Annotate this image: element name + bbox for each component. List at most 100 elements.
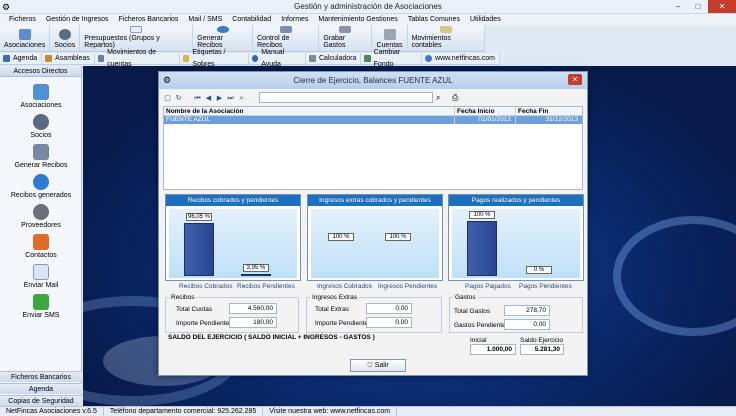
globe-icon (425, 55, 433, 62)
menu-contabilidad[interactable]: Contabilidad (227, 14, 276, 25)
contacts-icon (33, 234, 49, 250)
status-phone: Teléfono departamento comercial: 925.262… (104, 407, 264, 416)
folder-icon (18, 29, 31, 40)
first-record-icon[interactable]: ⏮ (193, 94, 202, 103)
tb2-etiquetas-button[interactable]: Etiquetas / Sobres (180, 49, 249, 68)
accounts-icon (383, 29, 396, 40)
sidebar-footer-agenda[interactable]: Agenda (0, 383, 82, 394)
column-header[interactable]: Nombre de la Asociación (164, 107, 455, 115)
status-version: NetFincas Asociaciones v.6.5 (0, 407, 104, 416)
data-label: 96,05 % (186, 213, 212, 222)
menu-ficheros[interactable]: Ficheros (4, 14, 41, 25)
importe-pendiente-field[interactable]: 0,00 (366, 317, 412, 328)
total-gastos-field[interactable]: 278,70 (504, 305, 550, 316)
sidebar-item-contactos[interactable]: Contactos (0, 234, 82, 259)
importe-pendiente-field[interactable]: 180,00 (229, 317, 277, 328)
refresh-icon[interactable]: ↻ (174, 94, 183, 103)
pagos-chart-panel: Pagos realizados y pendientes 100 % 0 % (448, 194, 584, 281)
recibos-chart-panel: Recibos cobrados y pendientes 96,05 % 3,… (165, 194, 301, 281)
menu-informes[interactable]: Informes (276, 14, 313, 25)
picture-icon (364, 55, 371, 62)
sidebar-item-proveedores[interactable]: Proveedores (0, 204, 82, 229)
find-icon[interactable]: ⌕ (237, 94, 246, 103)
menu-bar: Ficheros Gestión de Ingresos Ficheros Ba… (0, 14, 736, 25)
dialog-close-icon[interactable]: ✕ (568, 74, 582, 85)
toolbar-asociaciones-button[interactable]: Asociaciones (0, 25, 51, 51)
mail-icon (33, 264, 49, 280)
saldo-inicial-field[interactable]: 1.000,00 (470, 344, 516, 355)
total-cuotas-field[interactable]: 4.560,00 (229, 303, 277, 314)
dialog-title: Cierre de Ejercicio, Balances FUENTE AZU… (293, 76, 453, 85)
ingresos-extras-group: Ingresos Extras Total Extras 0,00 Import… (306, 294, 442, 333)
group-title: Gastos (453, 294, 478, 301)
bar-pagos-pagados (467, 221, 497, 276)
sidebar-item-enviar-sms[interactable]: Enviar SMS (0, 294, 82, 319)
labels-icon (183, 55, 190, 62)
associations-table: Nombre de la Asociación Fecha Inicio Fec… (163, 106, 583, 190)
table-cell: FUENTE AZUL (164, 116, 455, 124)
menu-gestion-ingresos[interactable]: Gestión de Ingresos (41, 14, 114, 25)
sidebar-item-generar-recibos[interactable]: Generar Recibos (0, 144, 82, 169)
category-label: Pagos Pagados (465, 283, 511, 290)
menu-mantenimiento[interactable]: Mantenimiento Gestiones (313, 14, 402, 25)
total-extras-field[interactable]: 0,00 (366, 303, 412, 314)
last-record-icon[interactable]: ⏭ (226, 94, 235, 103)
exit-icon: ⎋ (367, 362, 375, 369)
saldo-ejercicio-field[interactable]: 5.281,30 (520, 344, 564, 355)
importe-pendiente-label: Importe Pendiente (176, 320, 230, 327)
tb2-asambleas-button[interactable]: Asambleas (42, 53, 95, 64)
close-icon[interactable]: ✕ (708, 0, 736, 13)
folder-add-icon (33, 84, 49, 100)
receipts-icon (33, 144, 49, 160)
column-header[interactable]: Fecha Fin (516, 107, 582, 115)
tb2-calculadora-button[interactable]: Calculadora (306, 53, 362, 64)
gastos-pendientes-field[interactable]: 0,00 (504, 319, 550, 330)
sidebar-header: Accesos Directos (0, 66, 81, 77)
chart-area: 96,05 % 3,95 % (169, 209, 297, 278)
menu-ficheros-bancarios[interactable]: Ficheros Bancarios (114, 14, 184, 25)
search-input[interactable] (259, 92, 433, 103)
sidebar-item-asociaciones[interactable]: Asociaciones (0, 84, 82, 109)
column-header[interactable]: Fecha Inicio (455, 107, 516, 115)
sidebar-item-enviar-mail[interactable]: Enviar Mail (0, 264, 82, 289)
users-icon (33, 114, 49, 130)
prev-record-icon[interactable]: ◀ (204, 94, 213, 103)
tb2-manual-button[interactable]: Manual Ayuda (249, 49, 306, 68)
toolbar-socios-button[interactable]: Socios (50, 25, 81, 51)
salir-button[interactable]: ⎋ Salir (350, 359, 406, 372)
chart-title: Recibos cobrados y pendientes (166, 195, 300, 206)
total-cuotas-label: Total Cuotas (176, 306, 213, 313)
menu-tablas-comunes[interactable]: Tablas Comunes (403, 14, 465, 25)
table-cell: 31/12/2013 (545, 116, 578, 123)
data-label: 0 % (526, 266, 552, 274)
receipt-icon (279, 26, 292, 33)
total-extras-label: Total Extras (315, 306, 349, 313)
cierre-ejercicio-dialog: ⚙ Cierre de Ejercicio, Balances FUENTE A… (158, 71, 588, 376)
tb2-movimientos-button[interactable]: Movimientos de cuentas (95, 49, 181, 68)
gastos-group: Gastos Total Gastos 278,70 Gastos Pendie… (449, 294, 583, 333)
bar-recibos-cobrados (184, 223, 214, 276)
menu-utilidades[interactable]: Utilidades (465, 14, 506, 25)
print-icon[interactable]: ⎙ (452, 93, 462, 103)
status-web: Visite nuestra web: www.netfincas.com (263, 407, 398, 416)
table-row[interactable]: FUENTE AZUL 01/01/2012 31/12/2013 (164, 116, 582, 124)
sidebar-item-socios[interactable]: Socios (0, 114, 82, 139)
sidebar-item-recibos-generados[interactable]: Recibos generados (0, 174, 82, 199)
category-label: Ingresos Cobrados (317, 283, 372, 290)
tb2-agenda-button[interactable]: Agenda (0, 53, 43, 64)
tb2-fondo-button[interactable]: Cambiar Fondo (361, 49, 423, 68)
new-icon[interactable]: ▢ (163, 94, 172, 103)
menu-mail-sms[interactable]: Mail / SMS (183, 14, 227, 25)
tb2-web-button[interactable]: www.netfincas.com (422, 53, 500, 64)
document-icon (130, 26, 143, 33)
toolbar-grabar-gastos-button[interactable]: Grabar Gastos (319, 25, 373, 51)
sidebar-footer-ficheros-bancarios[interactable]: Ficheros Bancarios (0, 371, 82, 382)
next-record-icon[interactable]: ▶ (215, 94, 224, 103)
maximize-icon[interactable]: □ (688, 0, 708, 13)
search-icon[interactable]: ⌕ (436, 93, 446, 103)
minimize-icon[interactable]: – (668, 0, 688, 13)
sidebar-footer-copias[interactable]: Copias de Seguridad (0, 395, 82, 406)
toolbar-movimientos-button[interactable]: Movimientos contables (408, 25, 485, 51)
sidebar: Accesos Directos Asociaciones Socios Gen… (0, 66, 82, 406)
saldo-ejercicio-label: Saldo Ejercicio (520, 337, 563, 344)
